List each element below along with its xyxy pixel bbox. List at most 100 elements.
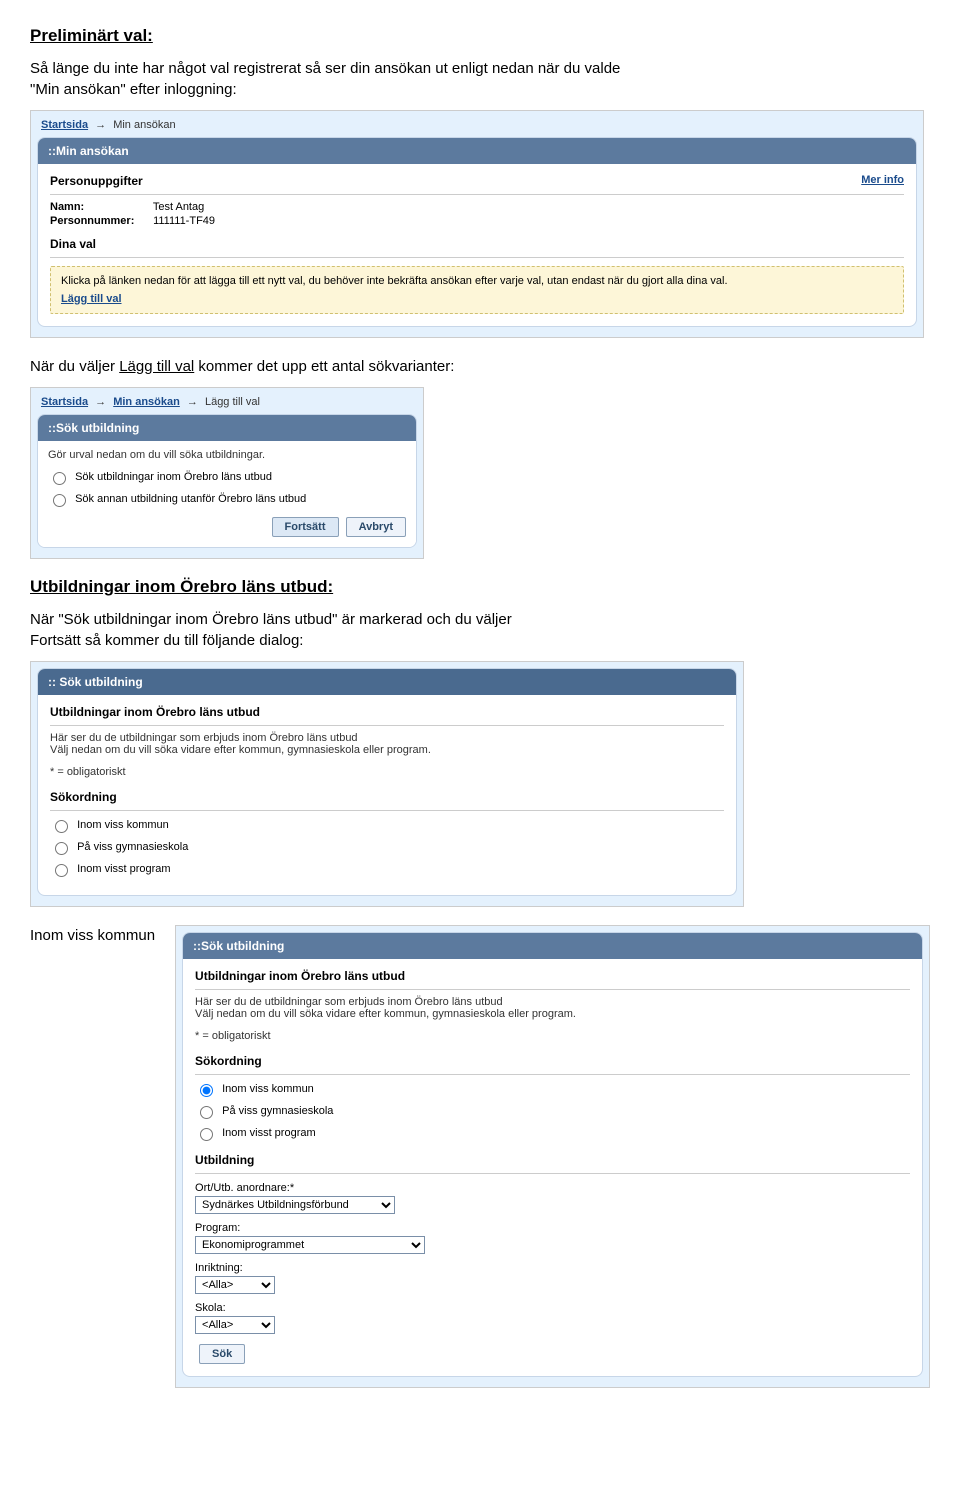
radio-program[interactable]: Inom visst program	[195, 1125, 910, 1141]
panel-sok-utbildning: ::Sök utbildning Gör urval nedan om du v…	[37, 414, 417, 548]
desc-line-2: Välj nedan om du vill söka vidare efter …	[195, 1008, 910, 1020]
desc-line-1: Här ser du de utbildningar som erbjuds i…	[50, 732, 724, 744]
radio-gymnasieskola-label: På viss gymnasieskola	[77, 841, 188, 853]
value-namn: Test Antag	[153, 201, 204, 213]
section-sokordning: Sökordning	[50, 790, 724, 804]
field-skola: Skola: <Alla>	[195, 1302, 910, 1334]
panel-min-ansokan: ::Min ansökan Personuppgifter Mer info N…	[37, 137, 917, 327]
breadcrumb-current: Lägg till val	[205, 396, 260, 408]
label-skola: Skola:	[195, 1302, 910, 1314]
screenshot-sokordning: :: Sök utbildning Utbildningar inom Öreb…	[30, 661, 744, 907]
section-title: Utbildningar inom Örebro läns utbud	[195, 969, 910, 983]
section-utbildning: Utbildning	[195, 1153, 910, 1167]
breadcrumb: Startsida → Min ansökan	[37, 117, 917, 137]
label-ort: Ort/Utb. anordnare:*	[195, 1182, 910, 1194]
panel-header: ::Sök utbildning	[183, 933, 922, 959]
text-pre: När du väljer	[30, 358, 119, 375]
bottom-row: Inom viss kommun ::Sök utbildning Utbild…	[30, 925, 930, 1388]
text-utb-pre: När "Sök utbildningar inom Örebro läns u…	[30, 611, 512, 628]
select-ort[interactable]: Sydnärkes Utbildningsförbund	[195, 1196, 395, 1214]
field-ort: Ort/Utb. anordnare:* Sydnärkes Utbildnin…	[195, 1182, 910, 1214]
breadcrumb-startsida[interactable]: Startsida	[41, 119, 88, 131]
breadcrumb-startsida[interactable]: Startsida	[41, 396, 88, 408]
label-inriktning: Inriktning:	[195, 1262, 910, 1274]
paragraph-utb: När "Sök utbildningar inom Örebro läns u…	[30, 609, 930, 651]
panel-header: :: Sök utbildning	[38, 669, 736, 695]
obligatoriskt-note: * = obligatoriskt	[50, 766, 724, 778]
panel-body: Personuppgifter Mer info Namn: Test Anta…	[38, 164, 916, 326]
section-sokordning: Sökordning	[195, 1054, 910, 1068]
label-namn: Namn:	[50, 201, 150, 213]
radio-program-label: Inom visst program	[222, 1127, 316, 1139]
screenshot-min-ansokan: Startsida → Min ansökan ::Min ansökan Pe…	[30, 110, 924, 338]
select-inriktning[interactable]: <Alla>	[195, 1276, 275, 1294]
radio-program-input[interactable]	[55, 864, 68, 877]
text-utb-post: så kommer du till följande dialog:	[81, 632, 304, 649]
radio-program-label: Inom visst program	[77, 863, 171, 875]
info-box-text: Klicka på länken nedan för att lägga til…	[61, 275, 893, 287]
breadcrumb-separator: →	[91, 396, 110, 408]
avbryt-button[interactable]: Avbryt	[346, 517, 406, 537]
panel-body: Gör urval nedan om du vill söka utbildni…	[38, 441, 416, 547]
link-lagg-till-val[interactable]: Lägg till val	[61, 293, 122, 305]
paragraph-nar-du-valjer: När du väljer Lägg till val kommer det u…	[30, 356, 930, 377]
panel-sok-utbildning: :: Sök utbildning Utbildningar inom Öreb…	[37, 668, 737, 896]
radio-kommun-input[interactable]	[200, 1084, 213, 1097]
radio-orebro-input[interactable]	[53, 472, 66, 485]
breadcrumb-current: Min ansökan	[113, 119, 175, 131]
fortsatt-button[interactable]: Fortsätt	[272, 517, 339, 537]
radio-gymnasieskola[interactable]: På viss gymnasieskola	[50, 839, 724, 855]
obligatoriskt-note: * = obligatoriskt	[195, 1030, 910, 1042]
heading-preliminart-val: Preliminärt val:	[30, 26, 930, 46]
intro-paragraph: Så länge du inte har något val registrer…	[30, 58, 930, 100]
breadcrumb-min-ansokan[interactable]: Min ansökan	[113, 396, 180, 408]
panel-body: Utbildningar inom Örebro läns utbud Här …	[183, 959, 922, 1376]
radio-kommun[interactable]: Inom viss kommun	[50, 817, 724, 833]
radio-kommun[interactable]: Inom viss kommun	[195, 1081, 910, 1097]
field-inriktning: Inriktning: <Alla>	[195, 1262, 910, 1294]
radio-gymnasieskola-input[interactable]	[200, 1106, 213, 1119]
kv-personnummer: Personnummer: 111111-TF49	[50, 215, 904, 227]
label-program: Program:	[195, 1222, 910, 1234]
link-mer-info[interactable]: Mer info	[861, 174, 904, 186]
sok-button[interactable]: Sök	[199, 1344, 245, 1364]
radio-gymnasieskola-input[interactable]	[55, 842, 68, 855]
radio-utanfor[interactable]: Sök annan utbildning utanför Örebro läns…	[48, 491, 406, 507]
text-post: kommer det upp ett antal sökvarianter:	[194, 358, 454, 375]
label-inom-viss-kommun: Inom viss kommun	[30, 925, 155, 944]
info-box-lagg-till-val: Klicka på länken nedan för att lägga til…	[50, 266, 904, 314]
radio-gymnasieskola-label: På viss gymnasieskola	[222, 1105, 333, 1117]
breadcrumb: Startsida → Min ansökan → Lägg till val	[37, 394, 417, 414]
text-lagg-till-val: Lägg till val	[119, 358, 194, 375]
intro-text-b: "Min ansökan" efter inloggning:	[30, 81, 237, 98]
button-row: Fortsätt Avbryt	[48, 517, 406, 537]
value-personnummer: 111111-TF49	[153, 215, 215, 227]
radio-gymnasieskola[interactable]: På viss gymnasieskola	[195, 1103, 910, 1119]
section-dina-val: Dina val	[50, 237, 904, 251]
select-program[interactable]: Ekonomiprogrammet	[195, 1236, 425, 1254]
panel-sok-utbildning: ::Sök utbildning Utbildningar inom Örebr…	[182, 932, 923, 1377]
radio-utanfor-label: Sök annan utbildning utanför Örebro läns…	[75, 493, 306, 505]
desc-line-2: Välj nedan om du vill söka vidare efter …	[50, 744, 724, 756]
section-title: Utbildningar inom Örebro läns utbud	[50, 705, 724, 719]
select-skola[interactable]: <Alla>	[195, 1316, 275, 1334]
radio-program[interactable]: Inom visst program	[50, 861, 724, 877]
intro-text: Gör urval nedan om du vill söka utbildni…	[48, 449, 406, 461]
radio-program-input[interactable]	[200, 1128, 213, 1141]
screenshot-sok-utbildning-form: ::Sök utbildning Utbildningar inom Örebr…	[175, 925, 930, 1388]
radio-orebro[interactable]: Sök utbildningar inom Örebro läns utbud	[48, 469, 406, 485]
breadcrumb-separator: →	[183, 396, 202, 408]
radio-kommun-label: Inom viss kommun	[222, 1083, 314, 1095]
heading-utbildningar-orebro: Utbildningar inom Örebro läns utbud:	[30, 577, 930, 597]
panel-header: ::Min ansökan	[38, 138, 916, 164]
radio-utanfor-input[interactable]	[53, 494, 66, 507]
screenshot-sok-utbildning-choice: Startsida → Min ansökan → Lägg till val …	[30, 387, 424, 559]
radio-orebro-label: Sök utbildningar inom Örebro läns utbud	[75, 471, 272, 483]
label-personnummer: Personnummer:	[50, 215, 150, 227]
intro-text-a: Så länge du inte har något val registrer…	[30, 60, 620, 77]
field-program: Program: Ekonomiprogrammet	[195, 1222, 910, 1254]
section-personuppgifter: Personuppgifter	[50, 174, 143, 188]
radio-kommun-input[interactable]	[55, 820, 68, 833]
text-fortsatt: Fortsätt	[30, 632, 81, 649]
desc-line-1: Här ser du de utbildningar som erbjuds i…	[195, 996, 910, 1008]
